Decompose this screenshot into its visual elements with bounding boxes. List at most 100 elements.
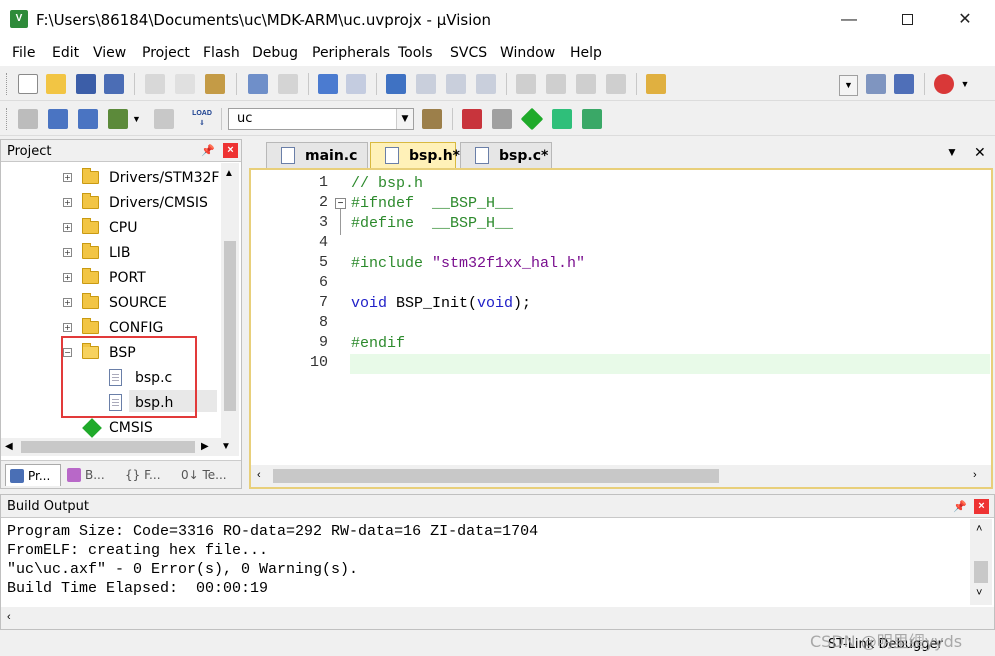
comment-icon[interactable]	[576, 74, 596, 94]
menu-project[interactable]: Project	[142, 45, 190, 61]
scroll-left-icon[interactable]: ‹	[7, 611, 11, 623]
code-line[interactable]	[350, 274, 990, 294]
batch-build-dropdown-icon[interactable]: ▼	[132, 109, 144, 129]
code-line[interactable]: #endif	[350, 334, 990, 354]
build-output-horizontal-scrollbar[interactable]: ‹	[1, 607, 994, 629]
tab-templates[interactable]: 0↓ Te...	[177, 464, 239, 486]
manage-run-time-environment-icon[interactable]	[582, 109, 602, 129]
editor-horizontal-scrollbar[interactable]: ‹ ›	[251, 465, 991, 487]
select-software-packs-icon[interactable]	[552, 109, 572, 129]
open-folder-icon[interactable]	[46, 74, 66, 94]
tab-list-dropdown-icon[interactable]: ▼	[946, 145, 958, 159]
expand-icon[interactable]: +	[63, 173, 72, 182]
scroll-down-icon[interactable]: ▼	[221, 441, 231, 452]
tree-item-cpu[interactable]: + CPU	[63, 217, 221, 239]
code-line[interactable]: // bsp.h	[350, 174, 990, 194]
paste-icon[interactable]	[205, 74, 225, 94]
debug-session-icon[interactable]	[894, 74, 914, 94]
minimize-button[interactable]: —	[820, 0, 878, 40]
code-line[interactable]	[350, 354, 990, 374]
redo-icon[interactable]	[278, 74, 298, 94]
save-icon[interactable]	[76, 74, 96, 94]
expand-icon[interactable]: +	[63, 273, 72, 282]
scroll-right-icon[interactable]: ▶	[201, 441, 209, 452]
menu-flash[interactable]: Flash	[203, 45, 240, 61]
copy-translate-icon[interactable]	[492, 109, 512, 129]
bookmark-prev-icon[interactable]	[416, 74, 436, 94]
build-output-vertical-scrollbar[interactable]: ˄ ˅	[970, 519, 992, 605]
rebuild-icon[interactable]	[78, 109, 98, 129]
expand-icon[interactable]: +	[63, 298, 72, 307]
tab-bsp-h[interactable]: bsp.h*	[370, 142, 460, 168]
code-line[interactable]: #include "stm32f1xx_hal.h"	[350, 254, 990, 274]
tab-project[interactable]: Pr...	[5, 464, 61, 486]
code-editor[interactable]: 1 2 3 4 5 6 7 8 9 10 − // bsp.h #ifndef _…	[249, 168, 993, 489]
configure-dropdown-icon[interactable]: ▼	[958, 74, 972, 94]
build-output-close-button[interactable]: ×	[974, 499, 989, 514]
code-area[interactable]: // bsp.h #ifndef __BSP_H__ #define __BSP_H…	[350, 170, 990, 465]
bookmark-insert-icon[interactable]	[386, 74, 406, 94]
project-panel-close-button[interactable]: ×	[223, 143, 238, 158]
stop-build-icon[interactable]	[154, 109, 174, 129]
load-download-icon[interactable]: LOAD ⇓	[192, 109, 212, 129]
close-button[interactable]: ✕	[936, 0, 994, 40]
toolbar-grip[interactable]	[6, 73, 9, 95]
tree-item-port[interactable]: + PORT	[63, 267, 221, 289]
menu-debug[interactable]: Debug	[252, 45, 298, 61]
navigate-back-icon[interactable]	[318, 74, 338, 94]
scroll-down-icon[interactable]: ˅	[976, 587, 982, 599]
find-in-files-icon[interactable]	[646, 74, 666, 94]
tab-main-c[interactable]: main.c	[266, 142, 368, 168]
scrollbar-thumb[interactable]	[224, 241, 236, 411]
scrollbar-thumb[interactable]	[273, 469, 719, 483]
menu-svcs[interactable]: SVCS	[450, 45, 487, 61]
tree-vertical-scrollbar[interactable]: ▲	[221, 163, 239, 438]
expand-icon[interactable]: +	[63, 323, 72, 332]
code-line[interactable]	[350, 234, 990, 254]
copy-icon[interactable]	[175, 74, 195, 94]
indent-icon[interactable]	[516, 74, 536, 94]
options-for-target-icon[interactable]	[422, 109, 442, 129]
translate-icon[interactable]	[18, 109, 38, 129]
tree-item-lib[interactable]: + LIB	[63, 242, 221, 264]
menu-peripherals[interactable]: Peripherals	[312, 45, 390, 61]
bookmark-clear-icon[interactable]	[476, 74, 496, 94]
scroll-up-icon[interactable]: ˄	[976, 523, 982, 535]
menu-help[interactable]: Help	[570, 45, 602, 61]
scrollbar-thumb[interactable]	[21, 441, 195, 453]
close-tab-icon[interactable]: ✕	[974, 144, 986, 161]
unindent-icon[interactable]	[546, 74, 566, 94]
pin-icon[interactable]: 📌	[953, 500, 967, 513]
scrollbar-thumb[interactable]	[974, 561, 988, 583]
scroll-right-icon[interactable]: ›	[973, 469, 977, 481]
scroll-left-icon[interactable]: ◀	[5, 441, 13, 452]
configure-icon[interactable]	[934, 74, 954, 94]
expand-icon[interactable]: +	[63, 198, 72, 207]
tab-bsp-c[interactable]: bsp.c*	[460, 142, 552, 168]
tree-item-drivers-cmsis[interactable]: + Drivers/CMSIS	[63, 192, 221, 214]
fold-toggle-icon[interactable]: −	[335, 198, 346, 209]
pin-icon[interactable]: 📌	[201, 144, 215, 157]
tree-item-drivers-stm32f1[interactable]: + Drivers/STM32F1	[63, 167, 221, 189]
scroll-up-icon[interactable]: ▲	[224, 168, 234, 179]
expand-icon[interactable]: +	[63, 248, 72, 257]
code-line[interactable]: #ifndef __BSP_H__	[350, 194, 990, 214]
scroll-left-icon[interactable]: ‹	[257, 469, 261, 481]
target-select[interactable]: uc ▼	[228, 108, 414, 130]
build-icon[interactable]	[48, 109, 68, 129]
tree-item-cmsis[interactable]: CMSIS	[81, 417, 201, 438]
new-file-icon[interactable]	[18, 74, 38, 94]
menu-tools[interactable]: Tools	[398, 45, 433, 61]
menu-file[interactable]: File	[12, 45, 35, 61]
save-all-icon[interactable]	[104, 74, 124, 94]
menu-window[interactable]: Window	[500, 45, 555, 61]
bookmark-next-icon[interactable]	[446, 74, 466, 94]
batch-build-icon[interactable]	[108, 109, 128, 129]
tab-functions[interactable]: {} F...	[119, 464, 175, 486]
maximize-button[interactable]	[878, 0, 936, 40]
tree-horizontal-scrollbar[interactable]: ◀ ▶ ▼	[1, 438, 239, 456]
expand-icon[interactable]: +	[63, 223, 72, 232]
code-line[interactable]	[350, 314, 990, 334]
incremental-find-icon[interactable]	[866, 74, 886, 94]
menu-view[interactable]: View	[93, 45, 126, 61]
